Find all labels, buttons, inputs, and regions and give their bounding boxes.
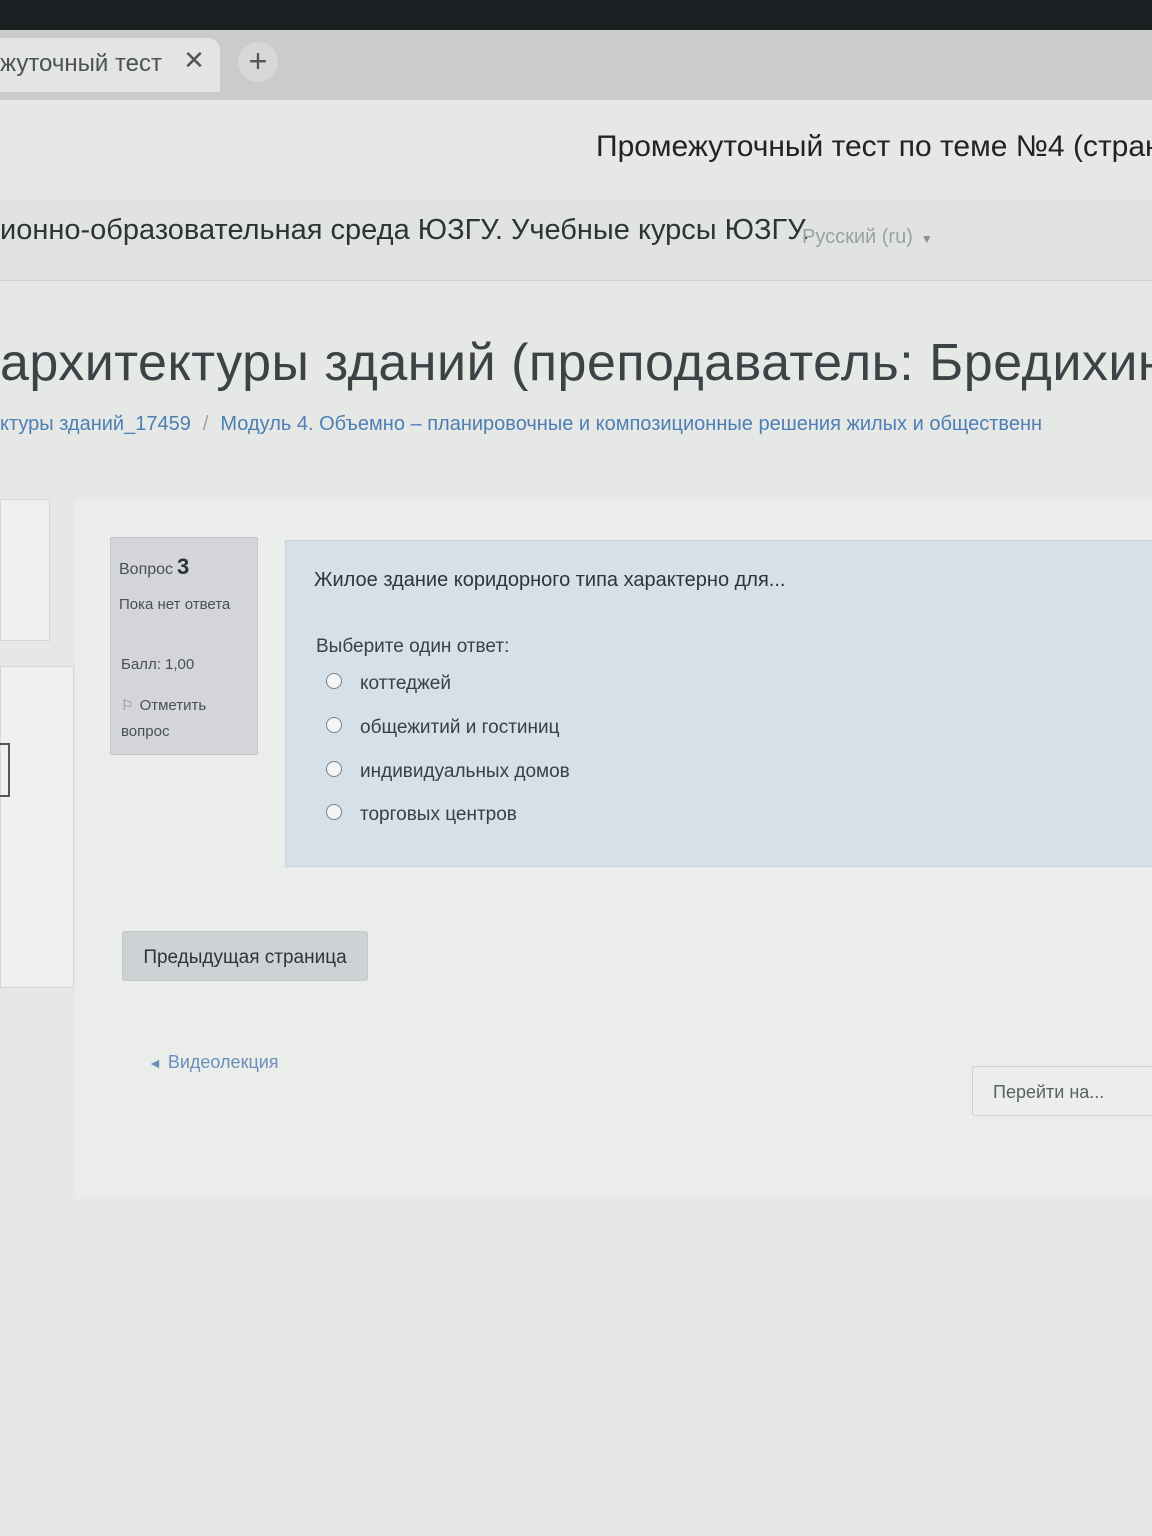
caret-down-icon: ▼: [920, 232, 933, 246]
previous-page-button[interactable]: Предыдущая страница: [122, 931, 368, 981]
breadcrumb-separator: /: [202, 413, 209, 435]
page-titlebar: Промежуточный тест по теме №4 (страни: [0, 100, 1152, 200]
flag-icon: ⚐: [121, 697, 134, 713]
quiz-navigation-block: [0, 666, 74, 988]
site-navbar: ионно-образовательная среда ЮЗГУ. Учебны…: [0, 200, 1152, 281]
language-selector[interactable]: Русский (ru) ▼: [802, 226, 933, 249]
answer-label: индивидуальных домов: [360, 761, 570, 782]
breadcrumb: ктуры зданий_17459 / Модуль 4. Объемно – п…: [0, 413, 1042, 436]
radio-button[interactable]: [326, 803, 342, 820]
previous-activity-label: Видеолекция: [167, 1052, 279, 1072]
tab-title: жуточный тест: [0, 50, 163, 77]
flag-question-link[interactable]: ⚐ Отметить вопрос: [121, 692, 241, 745]
question-state: Пока нет ответа: [119, 596, 231, 613]
monitor-bezel: [0, 0, 1152, 30]
left-sidebar-field[interactable]: [0, 743, 10, 797]
arrow-left-icon: ◄: [148, 1055, 162, 1071]
question-label: Вопрос: [119, 561, 174, 578]
answer-option[interactable]: общежитий и гостиниц: [326, 716, 560, 739]
jump-to-select[interactable]: Перейти на...: [972, 1066, 1152, 1116]
breadcrumb-module-link[interactable]: Модуль 4. Объемно – планировочные и комп…: [220, 413, 1042, 435]
window-title: Промежуточный тест по теме №4 (страни: [596, 130, 1152, 163]
answer-option[interactable]: коттеджей: [326, 672, 451, 695]
question-info: Вопрос 3 Пока нет ответа Балл: 1,00 ⚐ Отме…: [110, 537, 258, 755]
page-body: архитектуры зданий (преподаватель: Бреди…: [0, 281, 1152, 1536]
radio-button[interactable]: [326, 760, 342, 777]
answer-label: торговых центров: [360, 804, 517, 825]
answer-option[interactable]: торговых центров: [326, 803, 517, 826]
question-mark: Балл: 1,00: [121, 656, 195, 673]
question-number-value: 3: [177, 554, 190, 579]
radio-button[interactable]: [326, 716, 342, 733]
question-text: Жилое здание коридорного типа характерно…: [314, 569, 786, 591]
left-sidebar-block: [0, 499, 50, 641]
previous-activity-link[interactable]: ◄ Видеолекция: [148, 1052, 279, 1073]
radio-button[interactable]: [326, 672, 342, 689]
answer-label: общежитий и гостиниц: [360, 717, 560, 738]
language-label: Русский (ru): [802, 226, 913, 248]
question-content: Жилое здание коридорного типа характерно…: [285, 540, 1152, 867]
answer-label: коттеджей: [360, 673, 451, 694]
breadcrumb-course-link[interactable]: ктуры зданий_17459: [0, 413, 191, 435]
course-title: архитектуры зданий (преподаватель: Бреди…: [0, 334, 1152, 392]
close-icon[interactable]: ✕: [180, 46, 208, 74]
plus-icon[interactable]: +: [238, 42, 278, 82]
browser-tab[interactable]: жуточный тест ✕: [0, 38, 220, 92]
answer-prompt: Выберите один ответ:: [316, 636, 510, 657]
site-name-link[interactable]: ионно-образовательная среда ЮЗГУ. Учебны…: [0, 214, 810, 247]
question-number: Вопрос 3: [119, 554, 189, 580]
answer-option[interactable]: индивидуальных домов: [326, 760, 570, 783]
